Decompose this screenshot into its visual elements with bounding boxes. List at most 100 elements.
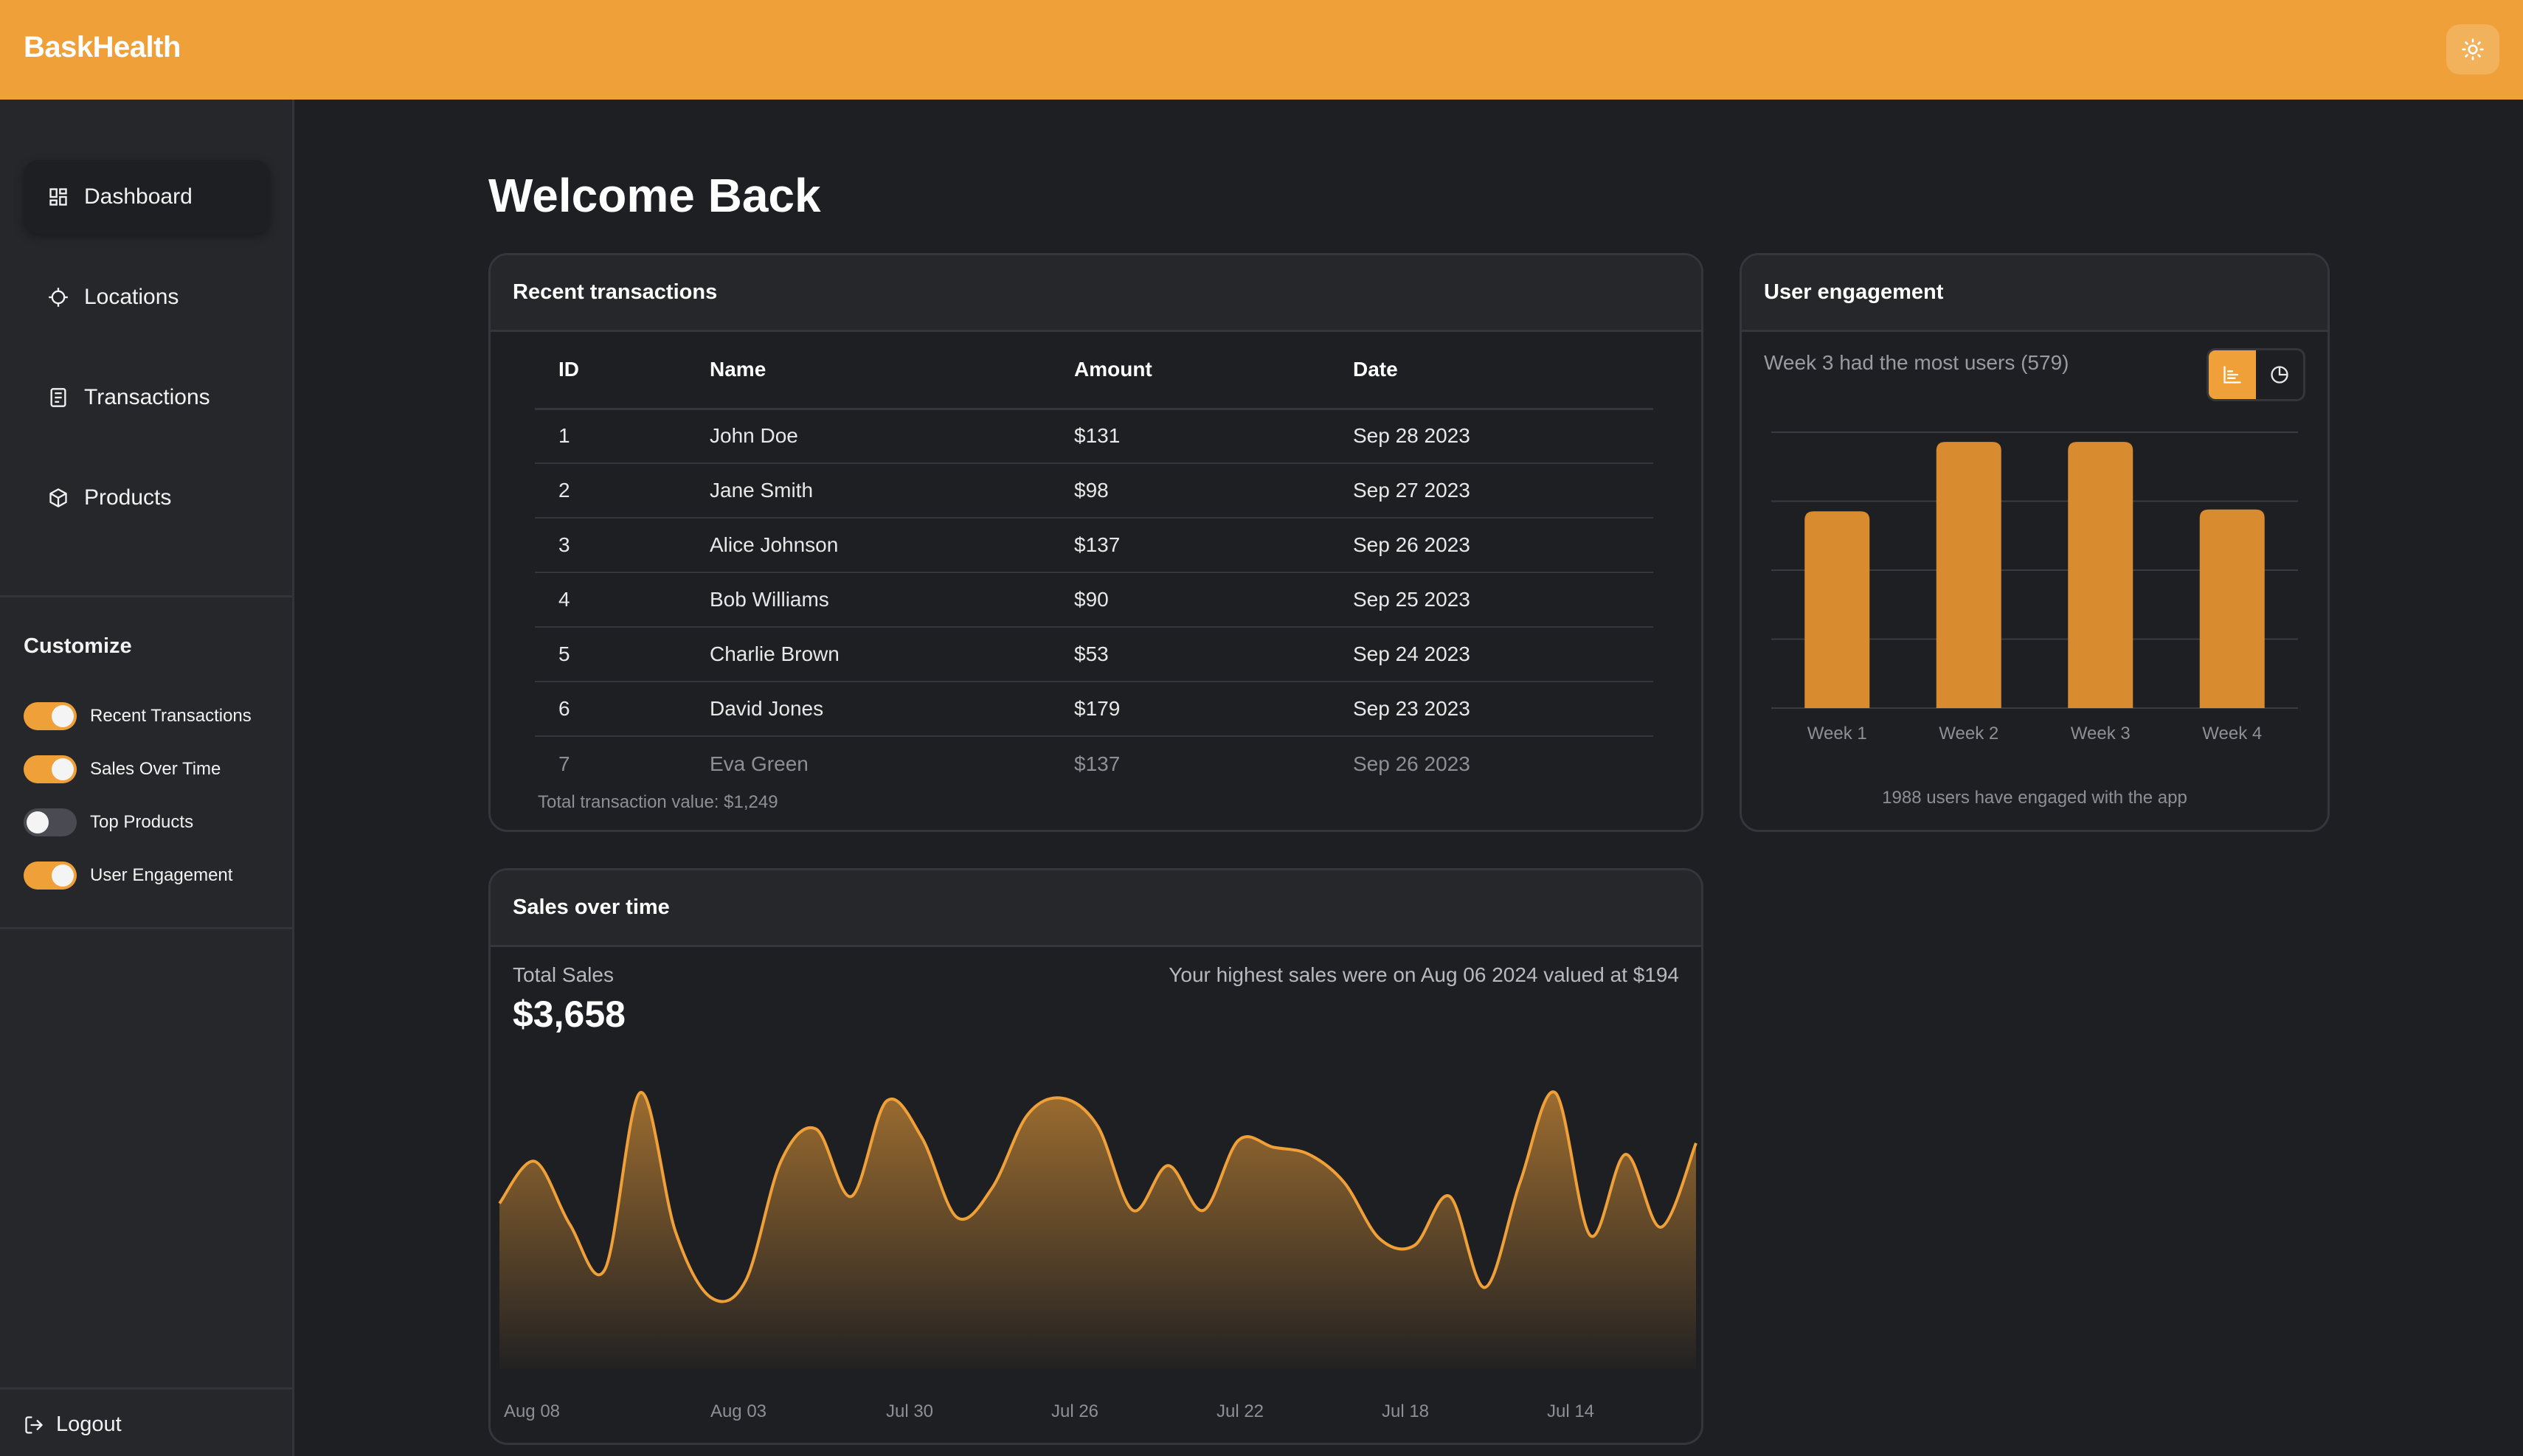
x-tick-label: Jul 26 bbox=[1051, 1401, 1098, 1421]
bar[interactable] bbox=[1936, 442, 2001, 708]
cell-id: 3 bbox=[535, 518, 710, 573]
table-row[interactable]: 4 Bob Williams $90 Sep 25 2023 bbox=[535, 572, 1653, 628]
cell-name: David Jones bbox=[710, 682, 1074, 737]
brand-logo[interactable]: BaskHealth bbox=[24, 31, 181, 64]
cell-id: 1 bbox=[535, 409, 710, 464]
x-tick-label: Week 2 bbox=[1939, 724, 1998, 743]
card-title: User engagement bbox=[1742, 255, 2328, 332]
x-tick-label: Week 1 bbox=[1807, 724, 1867, 743]
sidebar-divider bbox=[0, 595, 294, 597]
cell-date: Sep 25 2023 bbox=[1353, 572, 1653, 628]
column-header-date[interactable]: Date bbox=[1353, 332, 1653, 410]
card-title: Recent transactions bbox=[491, 255, 1701, 332]
chart-view-toggle bbox=[2207, 348, 2305, 401]
logout-label: Logout bbox=[56, 1412, 122, 1436]
bar[interactable] bbox=[2068, 442, 2133, 708]
table-header-row: ID Name Amount Date bbox=[535, 332, 1653, 410]
sidebar-item-locations[interactable]: Locations bbox=[24, 260, 270, 334]
table-row[interactable]: 1 John Doe $131 Sep 28 2023 bbox=[535, 409, 1653, 464]
cell-name: Eva Green bbox=[710, 752, 809, 775]
toggle-user-engagement[interactable]: User Engagement bbox=[24, 862, 232, 890]
table-row[interactable]: 2 Jane Smith $98 Sep 27 2023 bbox=[535, 463, 1653, 519]
toggle-top-products[interactable]: Top Products bbox=[24, 808, 193, 836]
sidebar-divider bbox=[0, 927, 294, 929]
sales-over-time-card: Sales over time Total Sales $3,658 Your … bbox=[488, 868, 1703, 1445]
cell-name: John Doe bbox=[710, 409, 1074, 464]
bar-chart-icon bbox=[2223, 366, 2241, 384]
table-row[interactable]: 6 David Jones $179 Sep 23 2023 bbox=[535, 682, 1653, 737]
toggle-label: Sales Over Time bbox=[90, 759, 221, 779]
sidebar-item-products[interactable]: Products bbox=[24, 461, 270, 535]
cell-id: 2 bbox=[535, 463, 710, 519]
x-tick-label: Jul 22 bbox=[1216, 1401, 1264, 1421]
x-tick-label: Week 4 bbox=[2202, 724, 2262, 743]
toggle-recent-transactions[interactable]: Recent Transactions bbox=[24, 702, 252, 730]
column-header-amount[interactable]: Amount bbox=[1074, 332, 1353, 410]
toggle-sales-over-time[interactable]: Sales Over Time bbox=[24, 755, 221, 783]
sales-area-fill bbox=[499, 1092, 1696, 1369]
sidebar: Dashboard Locations Transactions Product… bbox=[0, 100, 294, 1456]
x-tick-label: Jul 14 bbox=[1547, 1401, 1594, 1421]
pie-chart-icon bbox=[2271, 366, 2288, 384]
cell-id: 5 bbox=[535, 627, 710, 682]
cell-amount: $179 bbox=[1074, 682, 1353, 737]
cell-amount: $137 bbox=[1074, 518, 1353, 573]
card-title: Sales over time bbox=[491, 870, 1701, 947]
toggle-switch[interactable] bbox=[24, 808, 77, 836]
cell-amount: $90 bbox=[1074, 572, 1353, 628]
column-header-id[interactable]: ID bbox=[535, 332, 710, 410]
toggle-label: Top Products bbox=[90, 812, 194, 832]
table-row[interactable]: 7 Eva Green $137 Sep 26 2023 bbox=[535, 736, 1653, 791]
x-tick-label: Aug 03 bbox=[710, 1401, 766, 1421]
highest-sales-note: Your highest sales were on Aug 06 2024 v… bbox=[1169, 963, 1679, 986]
toggle-switch[interactable] bbox=[24, 755, 77, 783]
engagement-subtitle: Week 3 had the most users (579) bbox=[1764, 351, 2069, 374]
cell-date: Sep 28 2023 bbox=[1353, 409, 1653, 464]
table-row[interactable]: 3 Alice Johnson $137 Sep 26 2023 bbox=[535, 518, 1653, 573]
pie-view-button[interactable] bbox=[2256, 350, 2303, 399]
cell-id: 7 bbox=[558, 752, 570, 775]
table-row[interactable]: 5 Charlie Brown $53 Sep 24 2023 bbox=[535, 627, 1653, 682]
sidebar-item-label: Transactions bbox=[84, 385, 210, 409]
bar-view-button[interactable] bbox=[2209, 350, 2256, 399]
dashboard-grid-icon bbox=[47, 186, 69, 208]
x-tick-label: Jul 30 bbox=[886, 1401, 933, 1421]
cell-amount: $98 bbox=[1074, 463, 1353, 519]
sidebar-item-label: Products bbox=[84, 485, 172, 510]
cell-name: Alice Johnson bbox=[710, 518, 1074, 573]
transactions-total: Total transaction value: $1,249 bbox=[538, 792, 778, 812]
sidebar-divider bbox=[0, 1387, 294, 1390]
x-tick-label: Aug 08 bbox=[504, 1401, 560, 1421]
sales-area-chart: Aug 08 Aug 03 Jul 30 Jul 26 Jul 22 Jul 18 Jul … bbox=[498, 1090, 1697, 1421]
theme-toggle-button[interactable] bbox=[2446, 24, 2499, 74]
x-tick-label: Jul 18 bbox=[1382, 1401, 1429, 1421]
toggle-label: User Engagement bbox=[90, 865, 233, 885]
bar[interactable] bbox=[2199, 509, 2265, 708]
cell-amount: $137 bbox=[1074, 752, 1121, 775]
total-sales-label: Total Sales bbox=[513, 963, 614, 986]
cell-date: Sep 27 2023 bbox=[1353, 463, 1653, 519]
cell-date: Sep 26 2023 bbox=[1353, 752, 1470, 775]
cell-amount: $53 bbox=[1074, 627, 1353, 682]
recent-transactions-card: Recent transactions ID Name Amount Date … bbox=[488, 253, 1703, 832]
cell-name: Jane Smith bbox=[710, 463, 1074, 519]
toggle-switch[interactable] bbox=[24, 862, 77, 890]
crosshair-icon bbox=[47, 286, 69, 308]
logout-icon bbox=[24, 1415, 44, 1435]
cell-name: Charlie Brown bbox=[710, 627, 1074, 682]
sidebar-item-dashboard[interactable]: Dashboard bbox=[24, 160, 270, 234]
column-header-name[interactable]: Name bbox=[710, 332, 1074, 410]
toggle-switch[interactable] bbox=[24, 702, 77, 730]
sidebar-item-transactions[interactable]: Transactions bbox=[24, 361, 270, 434]
logout-button[interactable]: Logout bbox=[24, 1412, 122, 1437]
engagement-bar-chart: Week 1 Week 2 Week 3 Week 4 bbox=[1771, 431, 2298, 743]
total-sales-value: $3,658 bbox=[513, 994, 626, 1035]
bar[interactable] bbox=[1804, 511, 1870, 708]
cell-date: Sep 23 2023 bbox=[1353, 682, 1653, 737]
top-bar: BaskHealth bbox=[0, 0, 2523, 100]
x-tick-label: Week 3 bbox=[2071, 724, 2131, 743]
cell-id: 6 bbox=[535, 682, 710, 737]
receipt-icon bbox=[47, 386, 69, 409]
engagement-footer: 1988 users have engaged with the app bbox=[1882, 788, 2187, 808]
page-title: Welcome Back bbox=[488, 169, 821, 222]
